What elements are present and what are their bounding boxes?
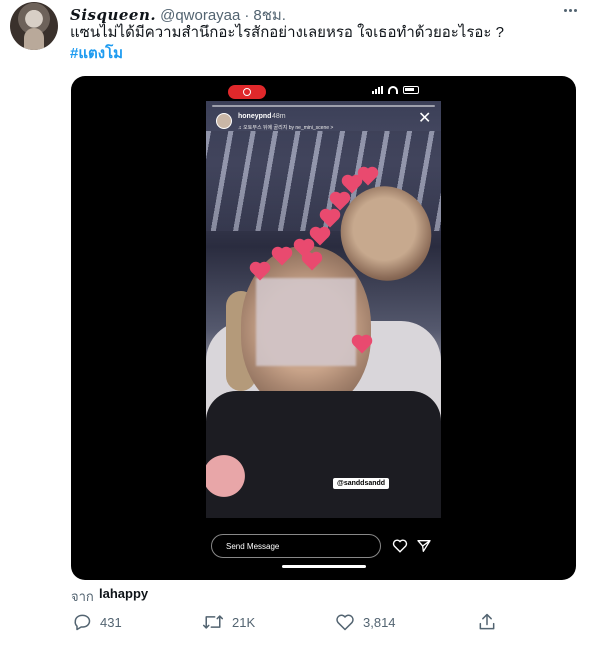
story-time: 48m — [272, 113, 286, 120]
signal-icon — [372, 86, 383, 94]
like-icon — [336, 614, 354, 631]
retweet-button[interactable]: 21K — [202, 612, 255, 632]
send-icon — [417, 540, 431, 552]
media-video[interactable]: honeypnd 48m ♫ 오토부스 뒤에 골리지 by ne_mini_sc… — [71, 76, 576, 580]
home-indicator — [282, 565, 366, 568]
story-user-avatar — [216, 113, 232, 129]
source-link[interactable]: lahappy — [99, 586, 148, 601]
shirt-print — [206, 446, 266, 506]
phone-screen-recording: honeypnd 48m ♫ 오토부스 뒤에 골리지 by ne_mini_sc… — [206, 81, 441, 575]
more-icon[interactable] — [558, 0, 582, 20]
story-username: honeypnd — [238, 113, 272, 120]
wifi-icon — [388, 86, 398, 94]
retweet-icon — [202, 615, 224, 629]
display-name[interactable]: Sisqueen. — [70, 6, 156, 24]
like-button[interactable]: 3,814 — [335, 612, 396, 632]
retweet-count: 21K — [232, 614, 256, 630]
close-icon: ✕ — [418, 110, 432, 127]
story-frame: honeypnd 48m ♫ 오토부스 뒤에 골리지 by ne_mini_sc… — [206, 101, 441, 518]
share-button[interactable] — [477, 612, 497, 632]
hashtag-link[interactable]: #แตงโม — [70, 44, 123, 64]
action-bar: 431 21K 3,814 — [0, 612, 591, 636]
heart-icon — [392, 539, 408, 553]
story-progress-bar — [212, 105, 435, 107]
tweet-text: แซนไม่ได้มีความสำนึกอะไรสักอย่างเลยหรอ ใ… — [70, 24, 504, 41]
reply-button[interactable]: 431 — [72, 612, 122, 632]
tweet[interactable]: Sisqueen. @qworayaa · 8ชม. แซนไม่ได้มีคว… — [0, 0, 591, 648]
separator-dot: · — [244, 7, 250, 24]
user-handle[interactable]: @qworayaa — [160, 7, 240, 24]
blurred-face — [256, 278, 356, 366]
mention-sticker: @sanddsandd — [333, 478, 390, 489]
reply-icon — [74, 614, 91, 631]
share-icon — [479, 613, 495, 630]
avatar[interactable] — [10, 2, 58, 50]
story-music: ♫ 오토부스 뒤에 골리지 by ne_mini_scene > — [238, 125, 334, 131]
source-prefix: จาก — [71, 589, 94, 604]
status-bar — [372, 86, 419, 94]
send-message-field: Send Message — [211, 534, 381, 558]
like-count: 3,814 — [363, 614, 396, 630]
reply-count: 431 — [100, 614, 122, 630]
battery-icon — [403, 86, 419, 94]
screen-record-indicator — [228, 85, 266, 99]
